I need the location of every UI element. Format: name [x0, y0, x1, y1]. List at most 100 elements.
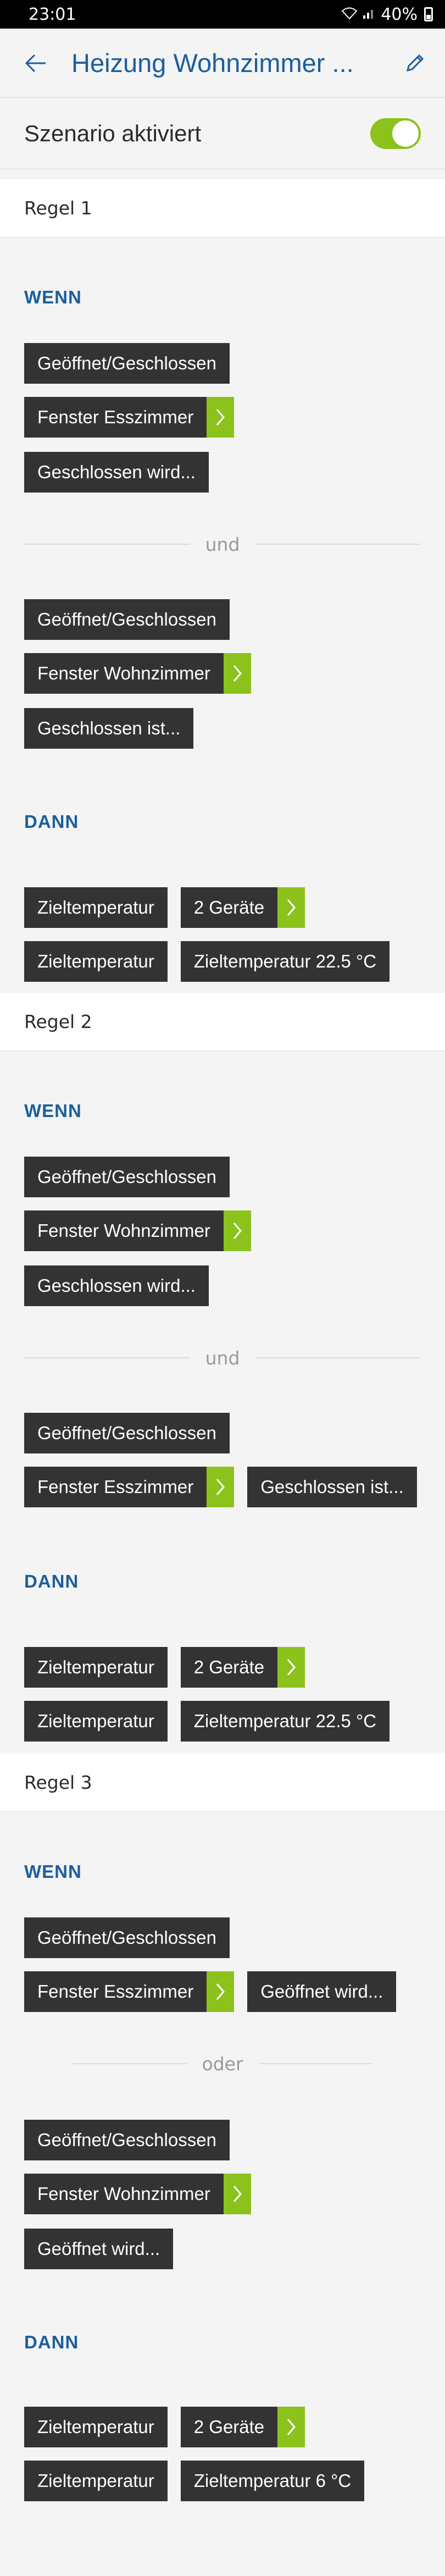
condition-device-chip[interactable]: Fenster Esszimmer: [24, 1971, 235, 2012]
action-target-chip[interactable]: 2 Geräte: [180, 2407, 305, 2447]
chip-label: Fenster Esszimmer: [37, 407, 194, 427]
condition-type-row: Geöffnet/Geschlossen: [0, 1917, 445, 1958]
chevron-right-icon: [277, 2407, 305, 2447]
connector-label: oder: [202, 2053, 243, 2075]
dann-label: DANN: [24, 2332, 79, 2352]
condition-type-chip[interactable]: Geöffnet/Geschlossen: [24, 2120, 230, 2160]
action-target-chip[interactable]: Zieltemperatur 22.5 °C: [180, 1701, 390, 1742]
status-icons: 40%: [341, 5, 433, 24]
chip-label: Geöffnet wird...: [37, 2238, 160, 2259]
action-target-chip[interactable]: 2 Geräte: [180, 1647, 305, 1688]
chip-label: Zieltemperatur: [37, 2470, 154, 2491]
app-bar: Heizung Wohnzimmer ...: [0, 29, 445, 98]
scenario-toggle[interactable]: [370, 118, 421, 149]
condition-device-row: Fenster Wohnzimmer: [0, 2174, 445, 2214]
chip-label: Geschlossen wird...: [37, 1275, 196, 1296]
condition-device-chip[interactable]: Fenster Wohnzimmer: [24, 2174, 251, 2214]
chip-label: Zieltemperatur: [37, 1711, 154, 1731]
condition-device-chip[interactable]: Fenster Esszimmer: [24, 397, 235, 438]
condition-type-chip[interactable]: Geöffnet/Geschlossen: [24, 1413, 230, 1453]
chip-label: Geöffnet/Geschlossen: [37, 1927, 216, 1948]
chevron-right-icon: [223, 1210, 251, 1251]
wenn-label: WENN: [24, 1101, 82, 1121]
action-type-chip[interactable]: Zieltemperatur: [24, 2461, 168, 2501]
condition-device-row: Fenster Esszimmer: [0, 397, 445, 438]
condition-state-chip[interactable]: Geschlossen wird...: [24, 452, 209, 493]
action-type-chip[interactable]: Zieltemperatur: [24, 941, 168, 982]
chevron-right-icon: [277, 1647, 305, 1688]
toggle-knob: [392, 120, 419, 147]
action-target-chip[interactable]: Zieltemperatur 6 °C: [180, 2461, 365, 2501]
action-row: Zieltemperatur Zieltemperatur 22.5 °C: [0, 941, 445, 982]
condition-device-row: Fenster Wohnzimmer: [0, 1210, 445, 1251]
battery-percent: 40%: [381, 4, 418, 24]
chip-label: Zieltemperatur 6 °C: [193, 2470, 352, 2491]
chip-label: Geöffnet wird...: [260, 1981, 383, 2002]
chip-label: Zieltemperatur: [37, 2417, 154, 2437]
condition-device-chip[interactable]: Fenster Wohnzimmer: [24, 653, 251, 694]
action-type-chip[interactable]: Zieltemperatur: [24, 1647, 168, 1688]
condition-type-row: Geöffnet/Geschlossen: [0, 2120, 445, 2160]
chip-label: Fenster Wohnzimmer: [37, 2183, 210, 2204]
condition-state-chip[interactable]: Geöffnet wird...: [247, 1971, 397, 2012]
condition-type-chip[interactable]: Geöffnet/Geschlossen: [24, 343, 230, 384]
chevron-right-icon: [277, 887, 305, 928]
chip-label: 2 Geräte: [193, 897, 265, 917]
action-row: Zieltemperatur 2 Geräte: [0, 887, 445, 928]
action-row: Zieltemperatur 2 Geräte: [0, 1647, 445, 1688]
arrow-left-icon[interactable]: [0, 29, 71, 98]
condition-state-chip[interactable]: Geschlossen wird...: [24, 1265, 209, 1306]
signal-icon: [362, 7, 376, 22]
condition-state-chip[interactable]: Geöffnet wird...: [24, 2229, 174, 2269]
status-time: 23:01: [29, 4, 76, 24]
condition-state-chip[interactable]: Geschlossen ist...: [247, 1467, 417, 1507]
action-type-chip[interactable]: Zieltemperatur: [24, 2407, 168, 2447]
chip-label: Fenster Wohnzimmer: [37, 1220, 210, 1241]
condition-type-chip[interactable]: Geöffnet/Geschlossen: [24, 1157, 230, 1197]
chip-label: Zieltemperatur: [37, 951, 154, 971]
condition-state-chip[interactable]: Geschlossen ist...: [24, 708, 194, 749]
divider-line: [255, 544, 421, 545]
condition-state-row: Geschlossen wird...: [0, 1265, 445, 1306]
chevron-right-icon: [207, 397, 235, 438]
dann-label: DANN: [24, 1571, 79, 1591]
action-type-chip[interactable]: Zieltemperatur: [24, 1701, 168, 1742]
condition-type-chip[interactable]: Geöffnet/Geschlossen: [24, 1917, 230, 1958]
page-title: Heizung Wohnzimmer ...: [71, 48, 354, 78]
chevron-right-icon: [223, 2174, 251, 2214]
chip-label: 2 Geräte: [193, 2417, 265, 2437]
condition-connector: und: [0, 533, 445, 555]
chip-label: Geöffnet/Geschlossen: [37, 1423, 216, 1443]
chip-label: Geschlossen wird...: [37, 462, 196, 482]
pencil-icon[interactable]: [385, 29, 445, 98]
action-row: Zieltemperatur 2 Geräte: [0, 2407, 445, 2447]
action-target-chip[interactable]: Zieltemperatur 22.5 °C: [180, 941, 390, 982]
chip-label: Geöffnet/Geschlossen: [37, 353, 216, 373]
action-type-chip[interactable]: Zieltemperatur: [24, 887, 168, 928]
condition-device-chip[interactable]: Fenster Esszimmer: [24, 1467, 235, 1507]
condition-type-row: Geöffnet/Geschlossen: [0, 1413, 445, 1453]
action-row: Zieltemperatur Zieltemperatur 6 °C: [0, 2461, 445, 2501]
chevron-right-icon: [223, 653, 251, 694]
chip-label: Zieltemperatur 22.5 °C: [193, 1711, 377, 1731]
chevron-right-icon: [207, 1971, 235, 2012]
condition-state-row: Geöffnet wird...: [0, 2229, 445, 2269]
condition-device-chip[interactable]: Fenster Wohnzimmer: [24, 1210, 251, 1251]
wifi-icon: [341, 7, 358, 22]
condition-type-chip[interactable]: Geöffnet/Geschlossen: [24, 599, 230, 640]
action-target-chip[interactable]: 2 Geräte: [180, 887, 305, 928]
chip-label: Fenster Wohnzimmer: [37, 663, 210, 683]
condition-device-row: Fenster Esszimmer Geschlossen ist...: [0, 1467, 445, 1507]
connector-label: und: [205, 533, 240, 555]
dann-label: DANN: [24, 811, 79, 832]
divider-line: [255, 1357, 421, 1358]
chip-label: Zieltemperatur: [37, 1657, 154, 1677]
connector-label: und: [205, 1347, 240, 1369]
condition-state-row: Geschlossen wird...: [0, 452, 445, 493]
chip-label: Geschlossen ist...: [260, 1477, 404, 1497]
chip-label: Geöffnet/Geschlossen: [37, 2130, 216, 2150]
condition-type-row: Geöffnet/Geschlossen: [0, 599, 445, 640]
chevron-right-icon: [207, 1467, 235, 1507]
scenario-row: Szenario aktiviert: [0, 98, 445, 169]
status-bar: 23:01 40%: [0, 0, 445, 29]
